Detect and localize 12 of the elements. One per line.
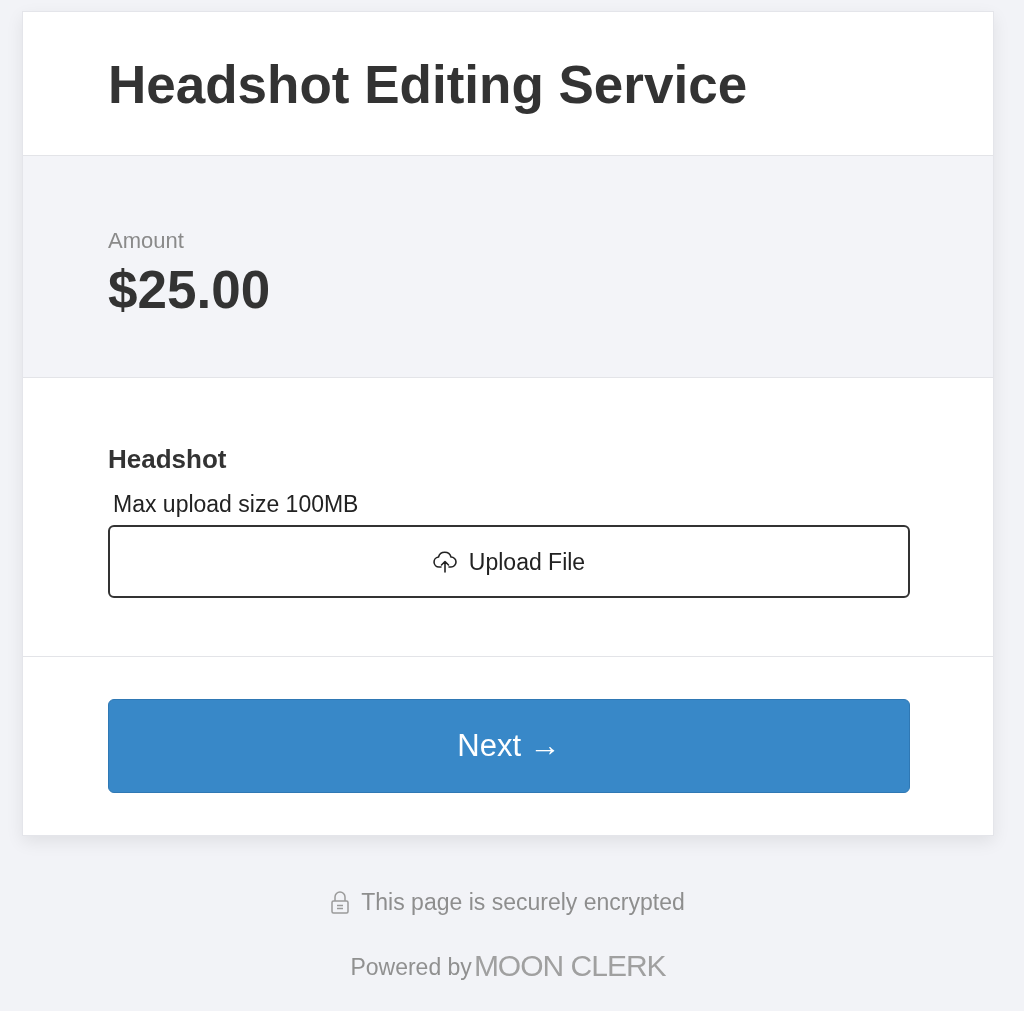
amount-label: Amount	[108, 228, 184, 254]
field-label: Headshot	[108, 444, 227, 474]
security-note: This page is securely encrypted	[361, 888, 685, 916]
upload-hint: Max upload size 100MB	[113, 490, 359, 518]
brand-logo: MOON CLERK	[473, 950, 666, 982]
lock-icon	[331, 890, 350, 914]
page-title: Headshot Editing Service	[108, 53, 748, 115]
amount-value: $25.00	[108, 260, 271, 320]
next-button[interactable]: Next →	[108, 699, 910, 793]
upload-file-button[interactable]: Upload File	[108, 525, 910, 598]
cloud-upload-icon	[432, 550, 457, 573]
powered-by-text: Powered by	[350, 953, 472, 981]
